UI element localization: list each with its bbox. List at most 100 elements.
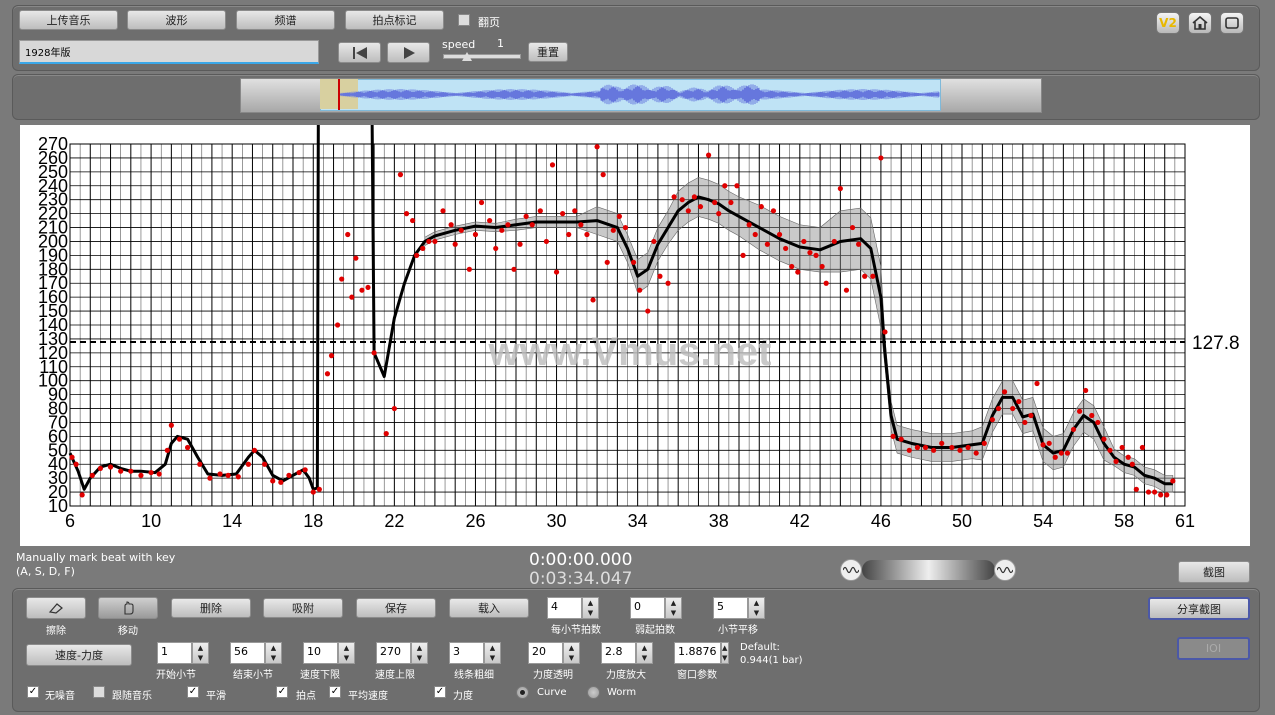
beat-tempo-point: [472, 231, 479, 238]
end-bar-label: 结束小节: [233, 670, 273, 681]
tempo-min-stepper[interactable]: 10 ▲ ▼: [303, 642, 355, 664]
beat-tempo-point: [316, 486, 322, 492]
beat-tempo-point: [1125, 454, 1131, 460]
window-param-stepper[interactable]: 1.8876 ▲ ▼: [674, 642, 729, 664]
beat-tempo-point: [882, 329, 888, 335]
load-button[interactable]: 载入: [449, 598, 529, 618]
worm-radio[interactable]: [587, 686, 600, 699]
beat-tempo-point: [1164, 492, 1170, 498]
beat-tempo-point: [906, 447, 912, 453]
start-bar-stepper[interactable]: 1 ▲ ▼: [157, 642, 209, 664]
beat-tempo-point: [397, 172, 404, 178]
smooth-checkbox[interactable]: ✓: [187, 686, 199, 698]
erase-button[interactable]: [26, 597, 86, 619]
default-value: 0.944(1 bar): [740, 655, 803, 666]
reset-speed-button[interactable]: 重置: [528, 42, 568, 62]
beat-tempo-point: [1070, 426, 1077, 433]
beat-tempo-point: [523, 213, 529, 219]
back-to-start-button[interactable]: [338, 42, 381, 63]
beat-tempo-point: [740, 252, 746, 258]
beat-tempo-point: [1001, 389, 1008, 395]
beat-tempo-point: [604, 259, 610, 265]
speed-slider-thumb[interactable]: [462, 52, 472, 61]
beat-tempo-point: [452, 241, 458, 247]
beat-tempo-point: [549, 162, 556, 168]
beat-tempo-point: [671, 194, 677, 200]
beats-checkbox[interactable]: ✓: [276, 686, 288, 698]
no-noise-checkbox[interactable]: ✓: [27, 686, 39, 698]
smooth-label: 平滑: [206, 691, 226, 702]
beat-tempo-point: [73, 461, 79, 467]
start-bar-label: 开始小节: [156, 670, 196, 681]
beat-tempo-point: [679, 197, 685, 203]
beat-tempo-point: [197, 461, 203, 467]
line-width-stepper[interactable]: 3 ▲ ▼: [449, 642, 501, 664]
dynamics-alpha-stepper[interactable]: 20 ▲ ▼: [528, 642, 580, 664]
beat-tempo-point: [657, 273, 663, 279]
no-noise-label: 无噪音: [45, 691, 75, 702]
beat-tempo-point: [590, 297, 596, 303]
beat-tempo-point: [1119, 444, 1125, 451]
volume-slider[interactable]: [862, 560, 995, 580]
beat-tempo-point: [286, 472, 292, 478]
title-input[interactable]: 1928年版: [19, 40, 319, 64]
dynamics-label: 力度: [453, 691, 473, 702]
beat-mark-button[interactable]: 拍点标记: [345, 10, 444, 30]
beat-tempo-point: [184, 444, 191, 451]
save-button[interactable]: 保存: [356, 598, 436, 618]
pickup-beats-label: 弱起拍数: [635, 625, 675, 636]
skip-back-icon: [352, 46, 367, 59]
pickup-beats-stepper[interactable]: 0 ▲ ▼: [630, 597, 682, 619]
bar-shift-stepper[interactable]: 5 ▲ ▼: [713, 597, 765, 619]
follow-music-checkbox[interactable]: [93, 686, 105, 698]
beat-tempo-point: [637, 287, 643, 293]
beat-tempo-point: [746, 222, 752, 228]
playhead-marker[interactable]: [338, 79, 340, 110]
speed-slider-track[interactable]: [443, 54, 521, 59]
avg-tempo-checkbox[interactable]: ✓: [329, 686, 341, 698]
end-bar-stepper[interactable]: 56 ▲ ▼: [230, 642, 282, 664]
snap-button[interactable]: 吸附: [263, 598, 343, 618]
spectrum-button[interactable]: 频谱: [236, 10, 335, 30]
flip-page-checkbox[interactable]: [458, 14, 470, 26]
beat-tempo-point: [691, 194, 698, 200]
screenshot-button[interactable]: 截图: [1178, 561, 1250, 583]
tempo-dynamics-mode-button[interactable]: 速度-力度: [26, 644, 132, 666]
beat-tempo-point: [734, 183, 740, 189]
beat-tempo-point: [345, 231, 351, 238]
beat-tempo-point: [543, 238, 550, 245]
play-button[interactable]: [387, 42, 430, 63]
curve-radio[interactable]: [516, 686, 529, 699]
beat-tempo-point: [1107, 447, 1113, 453]
beat-tempo-point: [302, 467, 308, 473]
share-screenshot-button[interactable]: 分享截图: [1148, 597, 1250, 620]
tempo-max-stepper[interactable]: 270 ▲ ▼: [376, 642, 428, 664]
home-icon[interactable]: [1188, 12, 1212, 34]
fullscreen-icon[interactable]: [1220, 12, 1244, 34]
dynamics-checkbox[interactable]: ✓: [434, 686, 446, 698]
delete-button[interactable]: 删除: [171, 598, 251, 618]
version-v2-icon[interactable]: V2: [1156, 12, 1180, 34]
beat-tempo-point: [553, 269, 560, 275]
beat-tempo-point: [722, 183, 728, 189]
move-button[interactable]: [98, 597, 158, 619]
follow-music-label: 跟随音乐: [112, 691, 152, 702]
tempo-chart[interactable]: 1020304050607080901001101201301401501601…: [20, 125, 1250, 546]
beat-tempo-point: [349, 294, 355, 300]
beat-tempo-point: [862, 273, 868, 279]
dynamics-scale-stepper[interactable]: 2.8 ▲ ▼: [601, 642, 653, 664]
beats-per-bar-stepper[interactable]: 4 ▲ ▼: [547, 597, 599, 619]
x-tick-label: 6: [65, 511, 75, 531]
upload-music-button[interactable]: 上传音乐: [19, 10, 118, 30]
beat-tempo-point: [914, 444, 921, 451]
x-tick-label: 34: [628, 511, 648, 531]
beat-tempo-point: [487, 217, 493, 224]
beat-tempo-point: [207, 475, 213, 481]
beat-tempo-point: [616, 213, 622, 219]
x-tick-label: 26: [465, 511, 485, 531]
erase-label: 擦除: [46, 626, 66, 637]
beat-tempo-point: [764, 241, 770, 247]
beat-tempo-point: [712, 199, 718, 206]
waveform-button[interactable]: 波形: [127, 10, 226, 30]
ioi-button[interactable]: IOI: [1177, 637, 1250, 660]
